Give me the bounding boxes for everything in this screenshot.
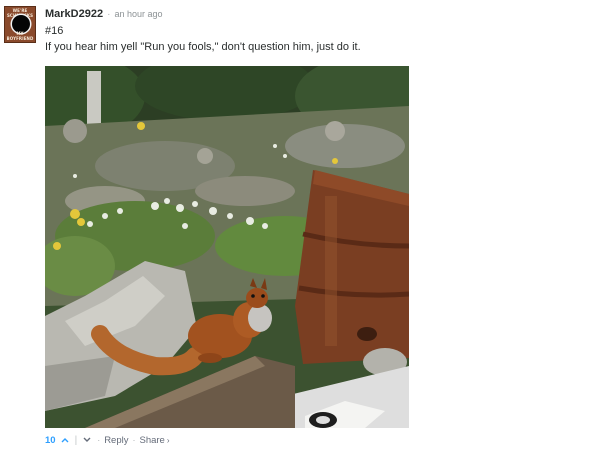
share-button[interactable]: Share	[139, 435, 164, 446]
avatar-bottom-text: MY BOYFRIEND	[6, 31, 34, 41]
user-avatar[interactable]: WE'RE SCHMUCKS MY BOYFRIEND	[4, 6, 36, 43]
vote-divider: |	[74, 434, 78, 446]
vote-count: 10	[45, 434, 56, 446]
footer-dot: ·	[132, 435, 136, 445]
footer-dot: ·	[97, 435, 101, 445]
reply-button[interactable]: Reply	[104, 435, 128, 446]
chevron-down-icon[interactable]	[81, 434, 93, 446]
share-chevron-icon: ›	[166, 435, 170, 445]
comment-footer: 10 | · Reply · Share ›	[45, 433, 170, 447]
comment-text: If you hear him yell "Run you fools," do…	[45, 41, 361, 53]
header-separator: ·	[107, 9, 111, 20]
username-link[interactable]: MarkD2922	[45, 8, 103, 20]
comment-image[interactable]	[45, 66, 409, 428]
comment-timestamp[interactable]: an hour ago	[114, 9, 162, 19]
comment-number: #16	[45, 25, 64, 37]
comment-header: MarkD2922 · an hour ago	[45, 8, 162, 24]
chevron-up-icon[interactable]	[59, 434, 71, 446]
